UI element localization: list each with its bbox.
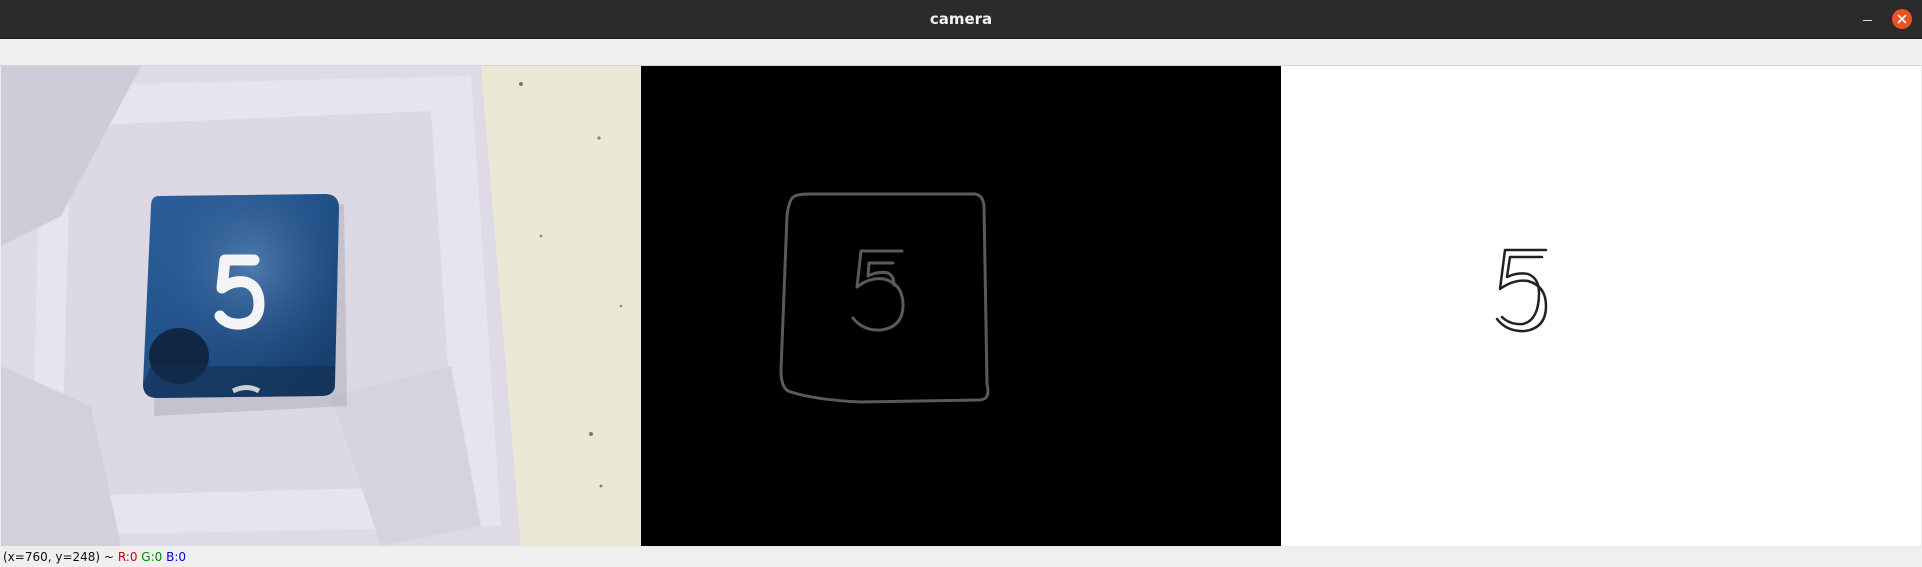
red-value: R:0 — [117, 550, 138, 564]
toolbar-area — [0, 39, 1922, 66]
close-icon — [1897, 14, 1907, 24]
title-bar[interactable]: camera — [0, 0, 1922, 39]
image-panels — [1, 66, 1921, 546]
green-value: G:0 — [141, 550, 163, 564]
window-title: camera — [929, 10, 993, 28]
edge-outline — [641, 66, 1281, 546]
camera-photo — [1, 66, 641, 546]
status-bar: (x=760, y=248) ~ R:0 G:0 B:0 — [0, 547, 1922, 567]
blue-value: B:0 — [166, 550, 187, 564]
digit-outline — [1281, 66, 1921, 546]
minimize-icon — [1862, 19, 1872, 22]
edge-detection-image[interactable] — [641, 66, 1281, 546]
cursor-coordinates: (x=760, y=248) ~ — [3, 550, 114, 564]
close-button[interactable] — [1892, 9, 1912, 29]
minimize-button[interactable] — [1857, 9, 1877, 29]
original-camera-image[interactable] — [1, 66, 641, 546]
camera-window: camera (x=760, y=248) ~ R:0 G:0 B:0 — [0, 0, 1922, 567]
digit-contour-image[interactable] — [1281, 66, 1921, 546]
